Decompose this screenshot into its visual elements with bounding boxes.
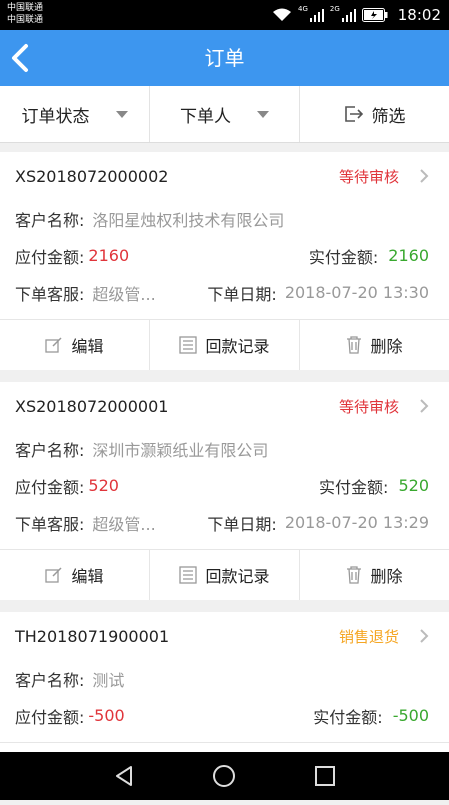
filter-export-icon	[344, 105, 364, 123]
payable-amount: 520	[88, 476, 119, 495]
payable-amount: -500	[88, 706, 125, 725]
battery-icon	[361, 8, 388, 22]
service-label: 下单客服:	[15, 514, 85, 534]
paid-amount: 2160	[388, 246, 429, 265]
filter-orderer[interactable]: 下单人	[150, 86, 300, 142]
trash-icon	[347, 336, 362, 354]
service-name: 超级管...	[92, 514, 156, 534]
payable-amount: 2160	[88, 246, 130, 265]
page-title: 订单	[204, 46, 245, 70]
status-icons: 4G 2G 18:02	[272, 0, 441, 30]
edit-label: 编辑	[71, 337, 104, 356]
caret-down-icon	[257, 110, 269, 118]
customer-name: 深圳市灏颖纸业有限公司	[92, 440, 269, 460]
payable-label: 应付金额:	[15, 707, 85, 727]
edit-label: 编辑	[71, 567, 104, 586]
paid-label: 实付金额:	[313, 707, 383, 727]
paid-amount: -500	[392, 706, 429, 725]
payable-label: 应付金额:	[15, 247, 85, 267]
filter-bar: 订单状态 下单人 筛选	[0, 86, 449, 143]
filter-button[interactable]: 筛选	[300, 86, 449, 142]
payment-record-button[interactable]: 回款记录	[150, 550, 300, 600]
order-number: XS2018072000001	[15, 396, 169, 416]
app-header: 订单	[0, 30, 449, 86]
caret-down-icon	[115, 110, 128, 118]
edit-icon	[45, 337, 63, 353]
filter-order-status[interactable]: 订单状态	[0, 86, 150, 142]
chevron-right-icon	[420, 629, 429, 643]
customer-name: 测试	[92, 670, 125, 690]
status-badge: 等待审核	[338, 167, 399, 186]
back-triangle-icon[interactable]	[112, 764, 136, 788]
payment-record-label: 回款记录	[205, 567, 270, 586]
service-name: 超级管...	[92, 284, 156, 304]
payment-record-label: 回款记录	[205, 337, 270, 356]
signal-icon	[309, 9, 324, 22]
filter-label: 下单人	[180, 106, 231, 127]
order-number: XS2018072000002	[15, 166, 169, 186]
delete-button[interactable]: 删除	[300, 550, 449, 600]
filter-label: 筛选	[371, 106, 406, 127]
paid-label: 实付金额:	[319, 477, 389, 497]
date-label: 下单日期:	[207, 514, 277, 534]
date-label: 下单日期:	[207, 284, 277, 304]
customer-label: 客户名称:	[15, 440, 85, 460]
order-card[interactable]: XS2018072000002 等待审核 客户名称: 洛阳星烛权利技术有限公司 …	[0, 152, 449, 370]
system-nav-bar	[0, 752, 449, 800]
edit-button[interactable]: 编辑	[0, 320, 150, 370]
delete-label: 删除	[370, 337, 403, 356]
chevron-right-icon	[420, 169, 429, 183]
delete-label: 删除	[370, 567, 403, 586]
signal-icon	[341, 9, 356, 22]
order-date: 2018-07-20 13:30	[284, 283, 429, 302]
service-label: 下单客服:	[15, 284, 85, 304]
list-icon	[179, 566, 198, 584]
order-card[interactable]: XS2018072000001 等待审核 客户名称: 深圳市灏颖纸业有限公司 应…	[0, 382, 449, 600]
order-date: 2018-07-20 13:29	[284, 513, 429, 532]
paid-amount: 520	[398, 476, 429, 495]
wifi-icon	[272, 8, 291, 21]
carrier-label: 中国联通	[7, 3, 44, 13]
status-bar: 中国联通 中国联通 4G 2G 18:02	[0, 0, 449, 30]
clock-time: 18:02	[397, 6, 441, 24]
customer-label: 客户名称:	[15, 210, 85, 230]
home-circle-icon[interactable]	[212, 764, 236, 788]
customer-name: 洛阳星烛权利技术有限公司	[92, 210, 285, 230]
customer-label: 客户名称:	[15, 670, 85, 690]
status-badge: 销售退货	[338, 627, 399, 646]
order-number: TH2018071900001	[15, 626, 170, 646]
edit-icon	[45, 567, 63, 583]
trash-icon	[347, 566, 362, 584]
payable-label: 应付金额:	[15, 477, 85, 497]
payment-record-button[interactable]: 回款记录	[150, 320, 300, 370]
edit-button[interactable]: 编辑	[0, 550, 150, 600]
paid-label: 实付金额:	[308, 247, 379, 267]
carrier-label: 中国联通	[7, 15, 44, 25]
order-list: XS2018072000002 等待审核 客户名称: 洛阳星烛权利技术有限公司 …	[0, 152, 449, 805]
chevron-right-icon	[420, 399, 429, 413]
list-icon	[179, 336, 198, 354]
recents-square-icon[interactable]	[313, 764, 337, 788]
delete-button[interactable]: 删除	[300, 320, 449, 370]
filter-label: 订单状态	[21, 106, 90, 127]
network-type-label: 2G	[329, 5, 340, 13]
network-type-label: 4G	[297, 5, 308, 13]
status-badge: 等待审核	[338, 397, 399, 416]
